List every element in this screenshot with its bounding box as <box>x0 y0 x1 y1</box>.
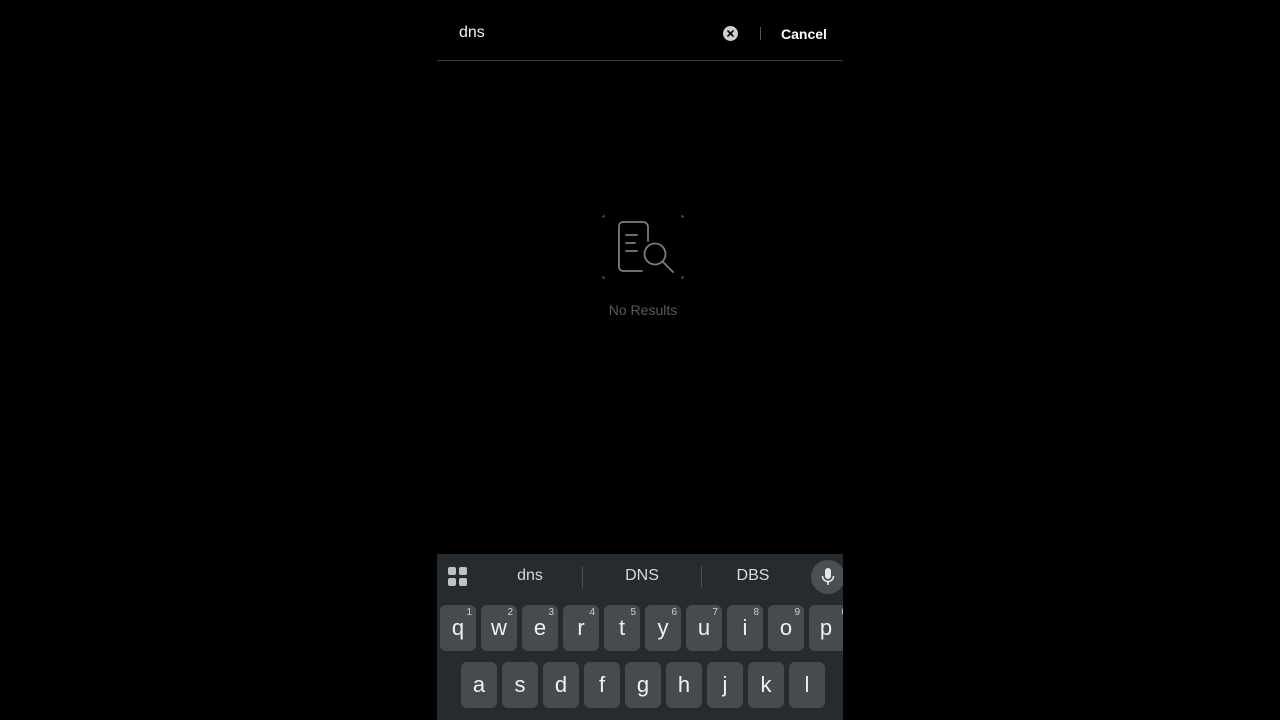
key-p[interactable]: p0 <box>809 605 843 651</box>
no-results-label: No Results <box>608 302 678 318</box>
apps-grid-icon[interactable] <box>448 567 467 586</box>
key-w[interactable]: w2 <box>481 605 517 651</box>
cancel-button[interactable]: Cancel <box>774 24 834 44</box>
search-input[interactable] <box>457 20 729 46</box>
search-bar: Cancel <box>437 0 843 61</box>
key-u[interactable]: u7 <box>686 605 722 651</box>
keyboard: dns DNS DBS q1 w2 e3 r4 t5 y6 u7 i8 o9 p… <box>437 554 843 720</box>
key-o[interactable]: o9 <box>768 605 804 651</box>
suggestion-bar: dns DNS DBS <box>437 554 843 600</box>
key-q[interactable]: q1 <box>440 605 476 651</box>
divider <box>760 27 761 40</box>
search-screen: Cancel No Results dns DNS DBS <box>437 0 843 720</box>
key-j[interactable]: j <box>707 662 743 708</box>
key-h[interactable]: h <box>666 662 702 708</box>
suggestion-3[interactable]: DBS <box>708 566 798 586</box>
key-r[interactable]: r4 <box>563 605 599 651</box>
voice-input-button[interactable] <box>811 560 843 594</box>
key-a[interactable]: a <box>461 662 497 708</box>
suggestion-2[interactable]: DNS <box>597 566 687 586</box>
key-l[interactable]: l <box>789 662 825 708</box>
key-i[interactable]: i8 <box>727 605 763 651</box>
divider <box>582 566 583 588</box>
suggestion-1[interactable]: dns <box>485 566 575 586</box>
key-y[interactable]: y6 <box>645 605 681 651</box>
key-g[interactable]: g <box>625 662 661 708</box>
key-t[interactable]: t5 <box>604 605 640 651</box>
document-search-icon <box>602 215 684 279</box>
key-s[interactable]: s <box>502 662 538 708</box>
key-e[interactable]: e3 <box>522 605 558 651</box>
clear-search-button[interactable] <box>723 26 738 41</box>
key-d[interactable]: d <box>543 662 579 708</box>
divider <box>701 566 702 588</box>
microphone-icon <box>821 568 835 585</box>
key-k[interactable]: k <box>748 662 784 708</box>
key-f[interactable]: f <box>584 662 620 708</box>
close-icon <box>727 30 734 37</box>
